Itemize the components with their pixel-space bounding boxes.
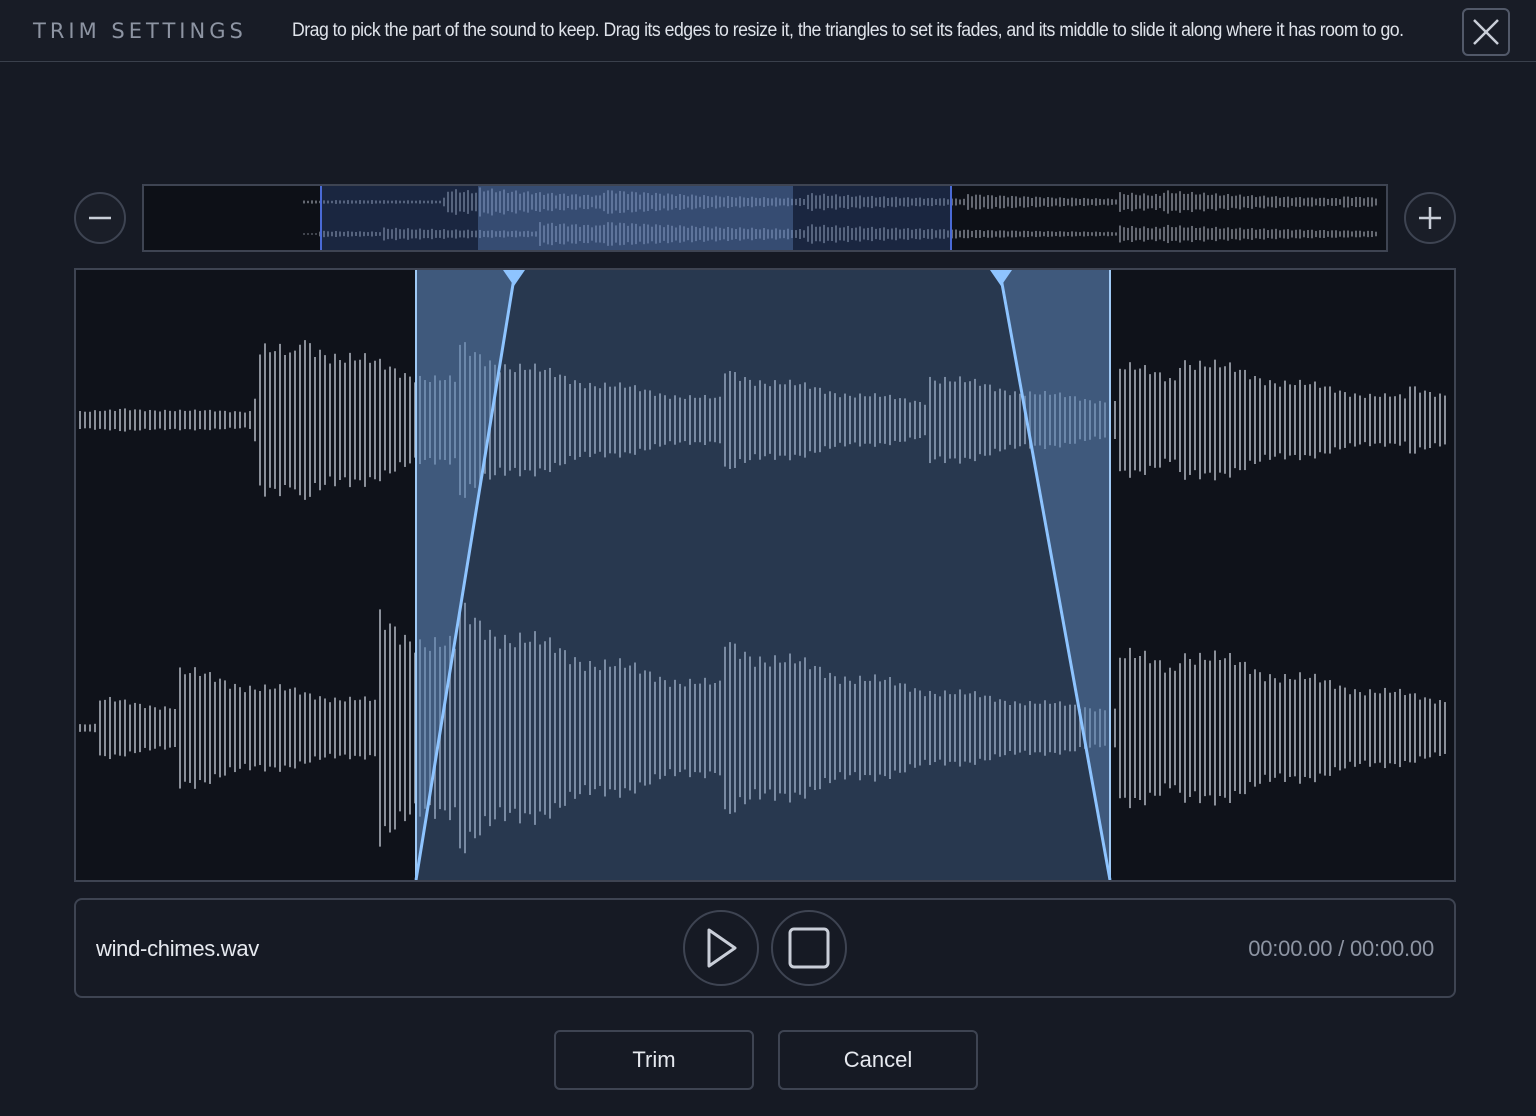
overview-waveform[interactable] (142, 184, 1388, 252)
file-name: wind-chimes.wav (96, 936, 259, 961)
instructions-text: Drag to pick the part of the sound to ke… (292, 20, 1404, 41)
stop-button[interactable] (771, 910, 847, 986)
trim-button[interactable]: Trim (554, 1030, 754, 1090)
fade-out-handle[interactable] (987, 270, 1013, 290)
fade-in-handle[interactable] (500, 270, 526, 290)
play-button[interactable] (683, 910, 759, 986)
main-waveform[interactable] (74, 268, 1456, 882)
plus-icon (1419, 207, 1441, 229)
dialog-header: TRIM SETTINGS Drag to pick the part of t… (0, 0, 1536, 62)
stop-icon (788, 927, 830, 969)
play-icon (707, 928, 737, 968)
playback-time: 00:00.00 / 00:00.00 (1248, 936, 1434, 961)
overview-view-window[interactable] (320, 186, 952, 250)
player-bar: wind-chimes.wav 00:00.00 / 00:00.00 (74, 898, 1456, 998)
zoom-out-button[interactable] (74, 192, 126, 244)
close-icon (1473, 19, 1499, 45)
cancel-button[interactable]: Cancel (778, 1030, 978, 1090)
overview-selection-region (478, 186, 793, 250)
trim-selection[interactable] (416, 270, 1110, 880)
dialog-title: TRIM SETTINGS (33, 19, 247, 43)
selection-start-edge[interactable] (410, 270, 422, 880)
selection-end-edge[interactable] (1104, 270, 1116, 880)
zoom-in-button[interactable] (1404, 192, 1456, 244)
close-button[interactable] (1462, 8, 1510, 56)
minus-icon (89, 216, 111, 220)
